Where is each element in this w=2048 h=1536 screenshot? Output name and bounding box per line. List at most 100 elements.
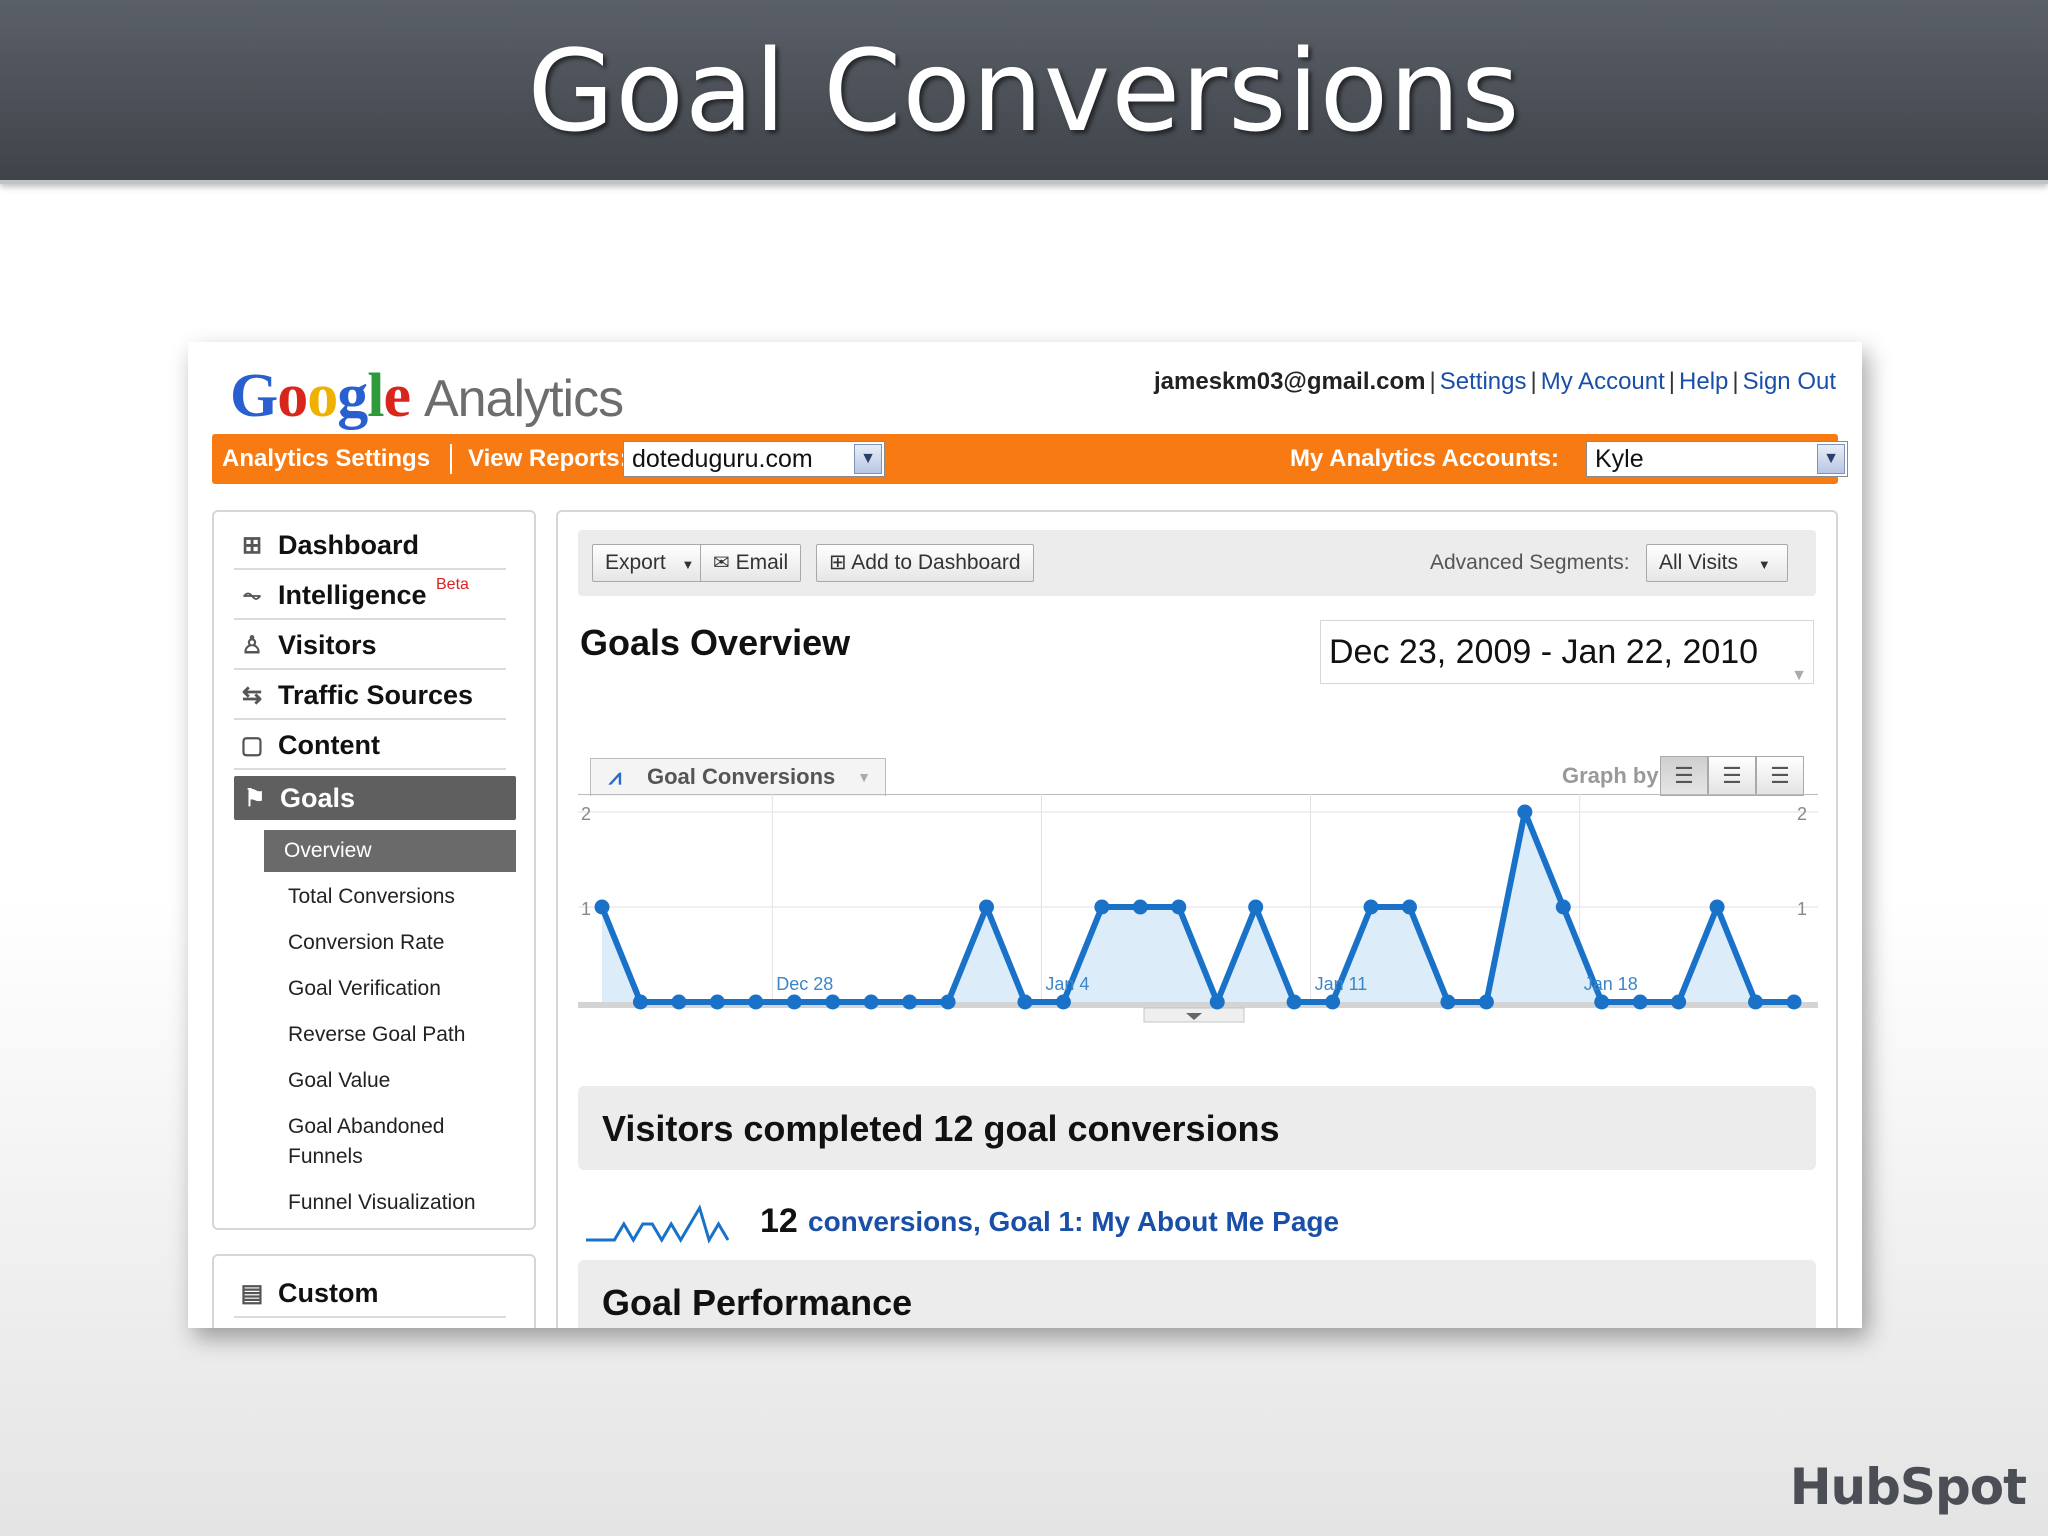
analytics-settings-link[interactable]: Analytics Settings xyxy=(222,434,430,484)
sidebar-item-content[interactable]: ▢ Content xyxy=(234,722,506,770)
sidebar-item-custom[interactable]: ▤ Custom xyxy=(234,1270,506,1318)
graph-by-week-button[interactable]: ☰ xyxy=(1708,756,1756,796)
slide-header: Goal Conversions xyxy=(0,0,2048,184)
sidebar-item-label: Custom xyxy=(278,1278,379,1308)
sidebar-sub-goal-abandoned[interactable]: Goal Abandoned xyxy=(288,1112,444,1142)
data-point xyxy=(632,994,648,1010)
day-icon: ☰ xyxy=(1674,763,1694,788)
report-toolbar: Export ▼ ✉ Email ⊞ Add to Dashboard Adva… xyxy=(578,530,1816,596)
user-email: jameskm03@gmail.com xyxy=(1153,368,1426,395)
add-to-dashboard-button[interactable]: ⊞ Add to Dashboard xyxy=(816,544,1034,582)
goal-row: 12 conversions, Goal 1: My About Me Page xyxy=(578,1192,1478,1252)
data-point xyxy=(709,994,725,1010)
week-icon: ☰ xyxy=(1722,763,1742,788)
settings-link[interactable]: Settings xyxy=(1440,368,1527,395)
data-point xyxy=(1017,994,1033,1010)
chevron-down-icon: ▼ xyxy=(1757,557,1771,572)
goal-performance-box: Goal Performance xyxy=(578,1260,1816,1328)
data-point xyxy=(1748,994,1764,1010)
pulse-icon: ⏦ xyxy=(242,582,262,609)
grid-icon: ⊞ xyxy=(241,532,263,559)
envelope-icon: ✉ xyxy=(713,552,730,574)
x-tick-label: Jan 18 xyxy=(1584,974,1638,994)
data-point xyxy=(1709,899,1725,915)
account-select[interactable]: Kyle ▼ xyxy=(1586,441,1848,477)
sidebar-item-goals[interactable]: ⚑ Goals xyxy=(234,776,516,820)
sparkline-line xyxy=(586,1204,730,1244)
month-icon: ☰ xyxy=(1770,763,1790,788)
site-select-value: doteduguru.com xyxy=(632,445,813,473)
person-icon: ♙ xyxy=(241,632,263,659)
hubspot-logo: HubSpot xyxy=(1789,1458,2027,1516)
beta-badge: Beta xyxy=(436,576,469,593)
custom-reports-panel: ▤ Custom xyxy=(212,1254,536,1328)
data-point xyxy=(1286,994,1302,1010)
sidebar-sub-goal-value[interactable]: Goal Value xyxy=(288,1066,390,1096)
help-link[interactable]: Help xyxy=(1679,368,1728,395)
data-point xyxy=(1555,899,1571,915)
email-button[interactable]: ✉ Email xyxy=(700,544,802,582)
sidebar-sub-goal-verification[interactable]: Goal Verification xyxy=(288,974,441,1004)
sidebar-item-label: Content xyxy=(278,730,380,760)
chevron-down-icon[interactable]: ▼ xyxy=(854,444,882,474)
data-point xyxy=(1055,994,1071,1010)
sidebar-sub-funnel-visualization[interactable]: Funnel Visualization xyxy=(288,1188,476,1218)
google-analytics-logo[interactable]: Google Analytics xyxy=(230,360,624,432)
goal-count: 12 xyxy=(760,1202,798,1240)
data-point xyxy=(671,994,687,1010)
sidebar-item-traffic-sources[interactable]: ⇆ Traffic Sources xyxy=(234,672,506,720)
sidebar-item-label: Intelligence xyxy=(278,580,427,610)
sidebar-sub-conversion-rate[interactable]: Conversion Rate xyxy=(288,928,444,958)
data-point xyxy=(1594,994,1610,1010)
report-sidebar: ⊞ Dashboard ⏦ Intelligence Beta ♙ Visito… xyxy=(212,510,536,1230)
sidebar-sub-total-conversions[interactable]: Total Conversions xyxy=(288,882,455,912)
sidebar-sub-overview[interactable]: Overview xyxy=(264,830,516,872)
goal-link[interactable]: conversions, Goal 1: My About Me Page xyxy=(808,1206,1339,1238)
sidebar-item-intelligence[interactable]: ⏦ Intelligence Beta xyxy=(234,572,506,620)
site-select[interactable]: doteduguru.com ▼ xyxy=(623,441,885,477)
my-account-link[interactable]: My Account xyxy=(1541,368,1665,395)
data-point xyxy=(748,994,764,1010)
data-point xyxy=(1248,899,1264,915)
data-point xyxy=(863,994,879,1010)
chevron-down-icon[interactable]: ▼ xyxy=(1817,444,1845,474)
sparkline xyxy=(586,1204,730,1244)
sidebar-item-visitors[interactable]: ♙ Visitors xyxy=(234,622,506,670)
data-point xyxy=(902,994,918,1010)
graph-by-label: Graph by: xyxy=(1562,763,1666,788)
y-tick-label: 1 xyxy=(581,899,591,919)
metric-tab[interactable]: ⩘ Goal Conversions ▼ xyxy=(590,758,886,796)
sidebar-item-label: Goals xyxy=(280,783,356,813)
data-point xyxy=(1671,994,1687,1010)
sidebar-item-label: Dashboard xyxy=(278,530,420,560)
export-button[interactable]: Export ▼ xyxy=(592,544,708,582)
sign-out-link[interactable]: Sign Out xyxy=(1743,368,1836,395)
data-point xyxy=(1171,899,1187,915)
segments-select[interactable]: All Visits ▼ xyxy=(1646,544,1788,582)
data-point xyxy=(825,994,841,1010)
line-chart-icon: ⩘ xyxy=(609,764,622,789)
data-point xyxy=(1786,994,1802,1010)
sidebar-sub-reverse-goal-path[interactable]: Reverse Goal Path xyxy=(288,1020,465,1050)
goal-conversions-chart: 2 1 2 1 Dec 28 Jan 4 Jan 11 Jan 18 xyxy=(578,794,1818,1023)
orange-navigation-bar: Analytics Settings View Reports: dotedug… xyxy=(212,434,1848,484)
data-point xyxy=(594,899,610,915)
date-range-picker[interactable]: Dec 23, 2009 - Jan 22, 2010 ▼ xyxy=(1320,620,1814,684)
account-select-value: Kyle xyxy=(1595,445,1644,473)
export-label: Export xyxy=(605,551,666,574)
advanced-segments-label: Advanced Segments: xyxy=(1430,551,1630,574)
data-point xyxy=(786,994,802,1010)
data-point xyxy=(1094,899,1110,915)
sidebar-item-dashboard[interactable]: ⊞ Dashboard xyxy=(234,522,506,570)
graph-by-day-button[interactable]: ☰ xyxy=(1660,756,1708,796)
logo-analytics-text: Analytics xyxy=(424,370,624,428)
sidebar-sub-funnels[interactable]: Funnels xyxy=(288,1142,363,1172)
analytics-accounts-label: My Analytics Accounts: xyxy=(1290,445,1559,472)
chevron-down-icon: ▼ xyxy=(1791,667,1807,684)
graph-by-month-button[interactable]: ☰ xyxy=(1756,756,1804,796)
top-navigation: jameskm03@gmail.com | Settings | My Account |… xyxy=(1153,368,1836,395)
routes-icon: ⇆ xyxy=(241,682,263,709)
data-point xyxy=(1517,804,1533,820)
grid-icon: ⊞ xyxy=(829,551,847,574)
hubspot-logo-text: HubSpot xyxy=(1789,1458,2027,1516)
